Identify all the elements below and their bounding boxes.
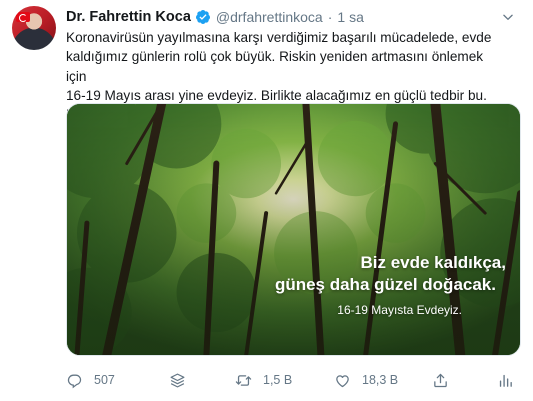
author-handle[interactable]: @drfahrettinkoca [216,9,323,25]
overlay-caption: 16-19 Mayısta Evdeyiz. [337,303,462,317]
retweet-count: 1,5 B [263,373,293,387]
verified-badge-icon [195,10,210,24]
retweet-button[interactable]: 1,5 B [235,370,292,390]
reply-icon [67,374,82,388]
share-button[interactable] [432,370,449,390]
tweet-actions: 507 1,5 B 18,3 B [66,370,512,390]
like-button[interactable]: 18,3 B [334,370,398,390]
tweet-header: Dr. Fahrettin Koca @drfahrettinkoca · 1 … [66,8,519,26]
reply-count: 507 [94,373,115,387]
layers-button[interactable] [169,370,186,390]
like-count: 18,3 B [362,373,399,387]
like-icon [336,374,349,387]
avatar[interactable] [12,6,56,50]
image-overlay: Biz evde kaldıkça, güneş daha güzel doğa… [275,252,506,318]
tweet-image[interactable]: Biz evde kaldıkça, güneş daha güzel doğa… [66,103,521,356]
share-icon [434,373,447,387]
tweet-time[interactable]: 1 sa [337,9,363,25]
retweet-icon [235,374,252,386]
tweet-card[interactable]: Dr. Fahrettin Koca @drfahrettinkoca · 1 … [0,0,533,401]
chevron-down-icon[interactable] [501,10,515,24]
overlay-line1: Biz evde kaldıkça, [360,253,506,272]
flag-icon [16,12,30,22]
stats-icon [499,374,512,387]
reply-button[interactable]: 507 [66,370,115,390]
stats-button[interactable] [497,370,514,390]
separator-dot: · [327,9,333,25]
author-name[interactable]: Dr. Fahrettin Koca [66,9,191,25]
overlay-line2: güneş daha güzel doğacak. [274,275,496,294]
layers-icon [170,373,185,387]
